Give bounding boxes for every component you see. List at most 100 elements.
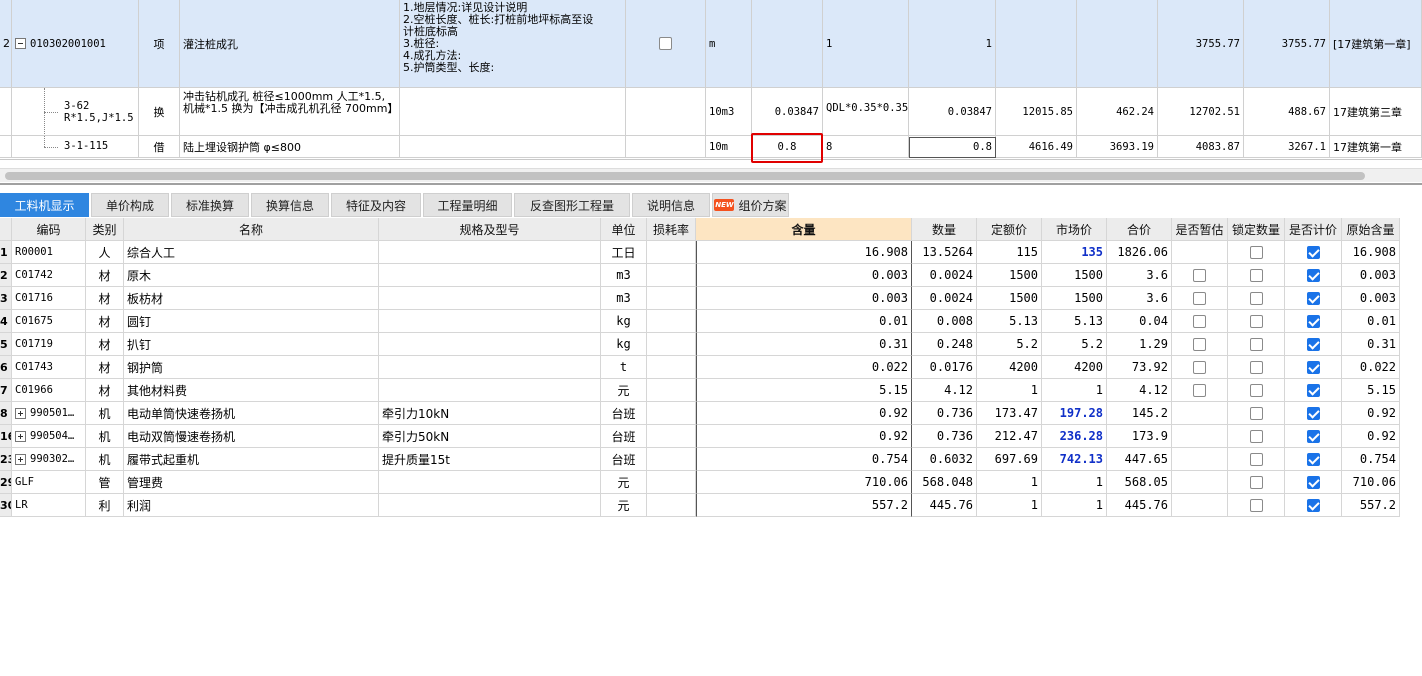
is-priced-checkbox[interactable] — [1306, 314, 1320, 328]
is-priced-checkbox[interactable] — [1306, 337, 1320, 351]
is-priced-cell[interactable] — [1285, 425, 1342, 448]
is-priced-cell[interactable] — [1285, 402, 1342, 425]
lock-quantity-checkbox[interactable] — [1249, 383, 1263, 397]
resource-row[interactable]: 30LR利利润元557.2445.7611445.76557.2 — [0, 494, 1400, 517]
resource-name[interactable]: 电动单筒快速卷扬机 — [124, 402, 379, 425]
header-quantity[interactable]: 数量 — [912, 218, 977, 241]
resource-unit[interactable]: 元 — [601, 379, 647, 402]
total-value[interactable]: 4.12 — [1107, 379, 1172, 402]
sub-item-row-selected[interactable]: 3-1-115 借 陆上埋设钢护筒 φ≤800 10m 0.8 8 0.8 46… — [0, 136, 1422, 294]
is-priced-checkbox[interactable] — [1306, 475, 1320, 489]
lock-quantity-cell[interactable] — [1228, 425, 1285, 448]
lock-quantity-cell[interactable] — [1228, 241, 1285, 264]
sub-item-row[interactable]: 3-62 R*1.5,J*1.5 换 冲击钻机成孔 桩径≤1000mm 人工*1… — [0, 88, 1422, 136]
quantity-value[interactable]: 0.0024 — [912, 287, 977, 310]
original-content[interactable]: 0.754 — [1342, 448, 1400, 471]
resource-name[interactable]: 圆钉 — [124, 310, 379, 333]
bill-row-main[interactable]: 2 010302001001 项 灌注桩成孔 1.地层情况:详见设计说明 2.空… — [0, 0, 1422, 88]
sub-expression[interactable]: QDL*0.35*0.35*3.14 — [823, 88, 909, 136]
original-content[interactable]: 557.2 — [1342, 494, 1400, 517]
header-original-content[interactable]: 原始含量 — [1342, 218, 1400, 241]
resource-code[interactable]: C01966 — [12, 379, 86, 402]
sub-expression[interactable]: 8 — [823, 136, 909, 158]
content-value[interactable]: 0.022 — [696, 356, 912, 379]
resource-spec[interactable]: 牵引力10kN — [379, 402, 601, 425]
lock-quantity-checkbox[interactable] — [1249, 337, 1263, 351]
total-value[interactable]: 447.65 — [1107, 448, 1172, 471]
resource-unit[interactable]: 台班 — [601, 425, 647, 448]
content-value[interactable]: 0.01 — [696, 310, 912, 333]
quota-price[interactable]: 5.2 — [977, 333, 1042, 356]
resource-spec[interactable]: 牵引力50kN — [379, 425, 601, 448]
resource-unit[interactable]: 台班 — [601, 402, 647, 425]
lock-quantity-cell[interactable] — [1228, 471, 1285, 494]
quota-price[interactable]: 1 — [977, 379, 1042, 402]
loss-rate[interactable] — [647, 333, 696, 356]
lock-quantity-checkbox[interactable] — [1249, 360, 1263, 374]
flag-cell[interactable] — [626, 0, 706, 88]
resource-code[interactable]: 990302… — [12, 448, 86, 471]
quantity-value[interactable]: 0.0024 — [912, 264, 977, 287]
quantity[interactable]: 1 — [909, 0, 996, 88]
content-value[interactable]: 5.15 — [696, 379, 912, 402]
resource-code[interactable]: 990504… — [12, 425, 86, 448]
header-category[interactable]: 类别 — [86, 218, 124, 241]
is-priced-checkbox[interactable] — [1306, 383, 1320, 397]
resource-code[interactable]: LR — [12, 494, 86, 517]
provisional-checkbox[interactable] — [1193, 291, 1206, 305]
resource-spec[interactable] — [379, 264, 601, 287]
resource-code[interactable]: C01742 — [12, 264, 86, 287]
quantity-value[interactable]: 0.736 — [912, 402, 977, 425]
quantity-value[interactable]: 4.12 — [912, 379, 977, 402]
total-value[interactable]: 445.76 — [1107, 494, 1172, 517]
loss-rate[interactable] — [647, 264, 696, 287]
is-priced-checkbox[interactable] — [1306, 452, 1320, 466]
market-price[interactable]: 742.13 — [1042, 448, 1107, 471]
resource-spec[interactable] — [379, 241, 601, 264]
sub-quantity[interactable]: 0.03847 — [909, 88, 996, 136]
resource-spec[interactable]: 提升质量15t — [379, 448, 601, 471]
resource-name[interactable]: 扒钉 — [124, 333, 379, 356]
quota-price[interactable]: 1500 — [977, 264, 1042, 287]
header-content[interactable]: 含量 — [696, 218, 912, 241]
content-value[interactable]: 0.31 — [696, 333, 912, 356]
loss-rate[interactable] — [647, 356, 696, 379]
quota-price[interactable]: 697.69 — [977, 448, 1042, 471]
resource-code[interactable]: C01743 — [12, 356, 86, 379]
resource-row[interactable]: 6 C01743 材钢护筒 t 0.022 0.0176 4200 4200 73.92 0.02… — [0, 356, 1400, 379]
is-priced-cell[interactable] — [1285, 494, 1342, 517]
resource-unit[interactable]: t — [601, 356, 647, 379]
is-priced-checkbox[interactable] — [1306, 406, 1320, 420]
resource-row[interactable]: 4 C01675 材圆钉 kg 0.01 0.008 5.13 5.13 0.04 0.01 — [0, 310, 1400, 333]
resource-row[interactable]: 16990504…机电动双筒慢速卷扬机牵引力50kN台班0.920.736212… — [0, 425, 1400, 448]
provisional-cell[interactable] — [1172, 333, 1228, 356]
is-priced-cell[interactable] — [1285, 356, 1342, 379]
resource-unit[interactable]: 工日 — [601, 241, 647, 264]
header-provisional[interactable]: 是否暂估 — [1172, 218, 1228, 241]
resource-unit[interactable]: 台班 — [601, 448, 647, 471]
loss-rate[interactable] — [647, 494, 696, 517]
resource-spec[interactable] — [379, 471, 601, 494]
lock-quantity-checkbox[interactable] — [1249, 452, 1263, 466]
quantity-value[interactable]: 0.0176 — [912, 356, 977, 379]
scrollbar-thumb[interactable] — [5, 172, 1365, 180]
resource-row[interactable]: 29GLF管管理费元710.06568.04811568.05710.06 — [0, 471, 1400, 494]
content-value[interactable]: 0.92 — [696, 425, 912, 448]
is-priced-checkbox[interactable] — [1306, 268, 1320, 282]
resource-name[interactable]: 综合人工 — [124, 241, 379, 264]
quantity-value[interactable]: 0.008 — [912, 310, 977, 333]
resource-name[interactable]: 电动双筒慢速卷扬机 — [124, 425, 379, 448]
total-value[interactable]: 145.2 — [1107, 402, 1172, 425]
original-content[interactable]: 0.31 — [1342, 333, 1400, 356]
lock-quantity-cell[interactable] — [1228, 333, 1285, 356]
quantity-value[interactable]: 568.048 — [912, 471, 977, 494]
content-value[interactable]: 0.003 — [696, 287, 912, 310]
original-content[interactable]: 0.003 — [1342, 264, 1400, 287]
header-is-priced[interactable]: 是否计价 — [1285, 218, 1342, 241]
content-value[interactable]: 16.908 — [696, 241, 912, 264]
expand-icon[interactable] — [15, 453, 26, 465]
market-price[interactable]: 5.2 — [1042, 333, 1107, 356]
total-value[interactable]: 0.04 — [1107, 310, 1172, 333]
content-value[interactable]: 0.754 — [696, 448, 912, 471]
provisional-checkbox[interactable] — [1193, 314, 1206, 328]
